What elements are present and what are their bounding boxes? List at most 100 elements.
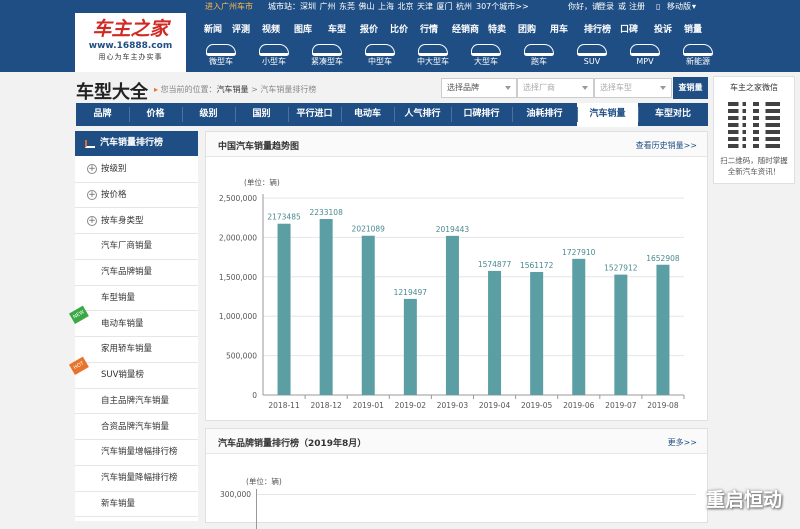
city-link[interactable]: 上海	[378, 0, 394, 13]
car-type-item[interactable]: 紧凑型车	[302, 43, 352, 71]
car-silhouette-icon	[312, 44, 342, 56]
sidebar-item[interactable]: 车型销量	[75, 286, 198, 312]
data-label: 1219497	[394, 288, 428, 297]
tab-5[interactable]: 电动车	[341, 103, 394, 126]
nav-item[interactable]: 评测	[232, 22, 250, 35]
sidebar-item[interactable]: 汽车销量降幅排行榜	[75, 466, 198, 492]
car-type-item[interactable]: 小型车	[249, 43, 299, 71]
nav-item[interactable]: 新闻	[204, 22, 222, 35]
gridline	[256, 494, 696, 495]
query-sales-button[interactable]: 查销量	[673, 77, 708, 99]
sidebar-header[interactable]: 汽车销量排行榜	[75, 131, 198, 156]
sidebar-item[interactable]: SUV销量榜 HOT	[69, 356, 198, 389]
more-cities-link[interactable]: 307个城市>>	[476, 0, 529, 13]
sidebar-item[interactable]: + 按价格	[75, 183, 198, 209]
sidebar-item-label: 车型销量	[101, 292, 136, 303]
register-link[interactable]: 注册	[629, 0, 645, 13]
sidebar-item-label: 电动车销量	[101, 318, 144, 329]
sidebar-item[interactable]: + 按级别	[75, 157, 198, 183]
mobile-version-link[interactable]: 移动版	[667, 0, 691, 13]
tab-0[interactable]: 品牌	[76, 103, 129, 126]
tab-9[interactable]: 汽车销量	[577, 103, 638, 127]
model-select[interactable]: 选择车型	[594, 78, 672, 98]
data-label: 1727910	[562, 248, 596, 257]
nav-item[interactable]: 视频	[262, 22, 280, 35]
car-silhouette-icon	[524, 44, 554, 56]
car-type-item[interactable]: 微型车	[196, 43, 246, 71]
nav-item[interactable]: 团购	[518, 22, 536, 35]
city-link[interactable]: 杭州	[456, 0, 472, 13]
car-type-item[interactable]: 新能源	[673, 43, 723, 71]
data-label: 1561172	[520, 261, 554, 270]
car-type-item[interactable]: 中大型车	[408, 43, 458, 71]
plus-circle-icon: +	[87, 189, 97, 200]
city-link[interactable]: 厦门	[437, 0, 453, 13]
mobile-icon: ▯	[656, 2, 661, 11]
more-link[interactable]: 更多>>	[668, 437, 697, 448]
nav-item[interactable]: 销量	[684, 22, 702, 35]
sidebar-item[interactable]: 汽车销量增幅排行榜	[75, 440, 198, 466]
sidebar-item-label: 汽车品牌销量	[101, 267, 153, 277]
tab-10[interactable]: 车型对比	[638, 103, 708, 126]
car-type-item[interactable]: 中型车	[355, 43, 405, 71]
chevron-down-icon: ▾	[692, 2, 697, 11]
tab-7[interactable]: 口碑排行	[451, 103, 512, 126]
city-link[interactable]: 东莞	[339, 0, 355, 13]
car-silhouette-icon	[259, 44, 289, 56]
site-logo[interactable]: 车主之家 www.16888.com 用心为车主办实事	[75, 13, 186, 72]
nav-item[interactable]: 排行榜	[584, 22, 611, 35]
nav-item[interactable]: 车型	[328, 22, 346, 35]
car-type-item[interactable]: MPV	[620, 43, 670, 71]
car-type-item[interactable]: 跑车	[514, 43, 564, 71]
qr-title: 车主之家微信	[730, 83, 778, 92]
login-link[interactable]: 登录	[598, 0, 614, 13]
watermark-logo: 重启恒动	[706, 489, 783, 511]
maker-select[interactable]: 选择厂商	[517, 78, 594, 98]
car-type-item[interactable]: SUV	[567, 43, 617, 71]
data-label: 2173485	[267, 213, 301, 222]
tab-6[interactable]: 人气排行	[394, 103, 451, 126]
nav-item[interactable]: 特卖	[488, 22, 506, 35]
y-tick-label: 300,000	[220, 490, 252, 499]
location-icon: ▸	[154, 85, 159, 94]
city-link[interactable]: 佛山	[359, 0, 375, 13]
sidebar-item[interactable]: 汽车品牌销量	[75, 260, 198, 286]
sidebar-item-label: 自主品牌汽车销量	[101, 395, 170, 406]
breadcrumb-link[interactable]: 汽车销量	[217, 85, 249, 94]
nav-item[interactable]: 投诉	[654, 22, 672, 35]
logo-name: 车主之家	[92, 18, 169, 40]
qr-caption: 扫二维码，随时掌握全新汽车资讯！	[720, 156, 788, 176]
nav-item[interactable]: 报价	[360, 22, 378, 35]
tab-divider	[394, 107, 395, 122]
sidebar-item[interactable]: 电动车销量 NEW	[69, 305, 198, 338]
car-type-item[interactable]: 大型车	[461, 43, 511, 71]
nav-item[interactable]: 口碑	[620, 22, 638, 35]
nav-item[interactable]: 经销商	[452, 22, 479, 35]
tab-2[interactable]: 级别	[182, 103, 235, 126]
sales-trend-panel: 中国汽车销量趋势图 查看历史销量>> (单位：辆) 0 500,000 1,000,0…	[205, 131, 708, 421]
car-type-label: SUV	[583, 57, 601, 66]
city-link[interactable]: 广州	[320, 0, 336, 13]
nav-item[interactable]: 用车	[550, 22, 568, 35]
city-link[interactable]: 北京	[398, 0, 414, 13]
cities-label: 城市站：	[268, 2, 300, 11]
sidebar-item[interactable]: 新车销量	[75, 492, 198, 518]
history-sales-link[interactable]: 查看历史销量>>	[636, 140, 697, 151]
enter-city-link[interactable]: 进入广州车市	[205, 0, 253, 13]
tab-8[interactable]: 油耗排行	[512, 103, 577, 126]
sidebar-item[interactable]: + 按车身类型	[75, 209, 198, 235]
nav-item[interactable]: 行情	[420, 22, 438, 35]
city-link[interactable]: 深圳	[300, 0, 316, 13]
city-link[interactable]: 天津	[417, 0, 433, 13]
brand-select[interactable]: 选择品牌	[441, 78, 517, 98]
sidebar-item[interactable]: 合资品牌汽车销量	[75, 415, 198, 441]
sidebar-item[interactable]: 自主品牌汽车销量	[75, 389, 198, 415]
tab-1[interactable]: 价格	[129, 103, 182, 126]
sidebar-item[interactable]: 家用轿车销量	[75, 337, 198, 363]
nav-item[interactable]: 图库	[294, 22, 312, 35]
tab-4[interactable]: 平行进口	[288, 103, 341, 126]
nav-item[interactable]: 比价	[390, 22, 408, 35]
tab-3[interactable]: 国别	[235, 103, 288, 126]
sidebar-item[interactable]: 汽车厂商销量	[75, 234, 198, 260]
tab-divider	[129, 107, 130, 122]
